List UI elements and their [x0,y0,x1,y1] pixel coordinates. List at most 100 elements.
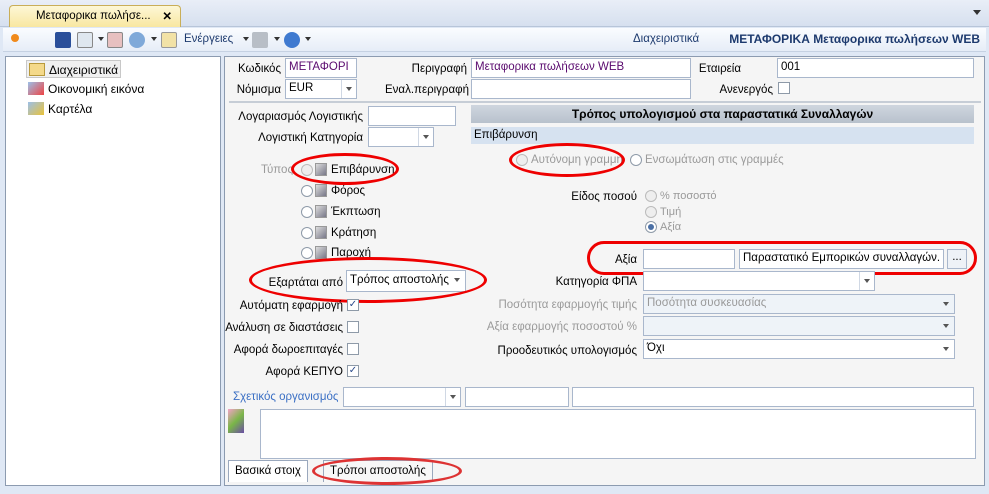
amount-kind-price-radio[interactable] [645,206,657,218]
progressive-calc-select[interactable]: Όχι [643,339,955,359]
type-option-label: Φόρος [331,185,366,197]
currency-select[interactable]: EUR [285,79,357,99]
type-radio-discount[interactable] [301,206,313,218]
withholding-icon [315,226,327,239]
sidebar: Διαχειριστικά Οικονομική εικόνα Καρτέλα [5,56,221,486]
type-radio-tax[interactable] [301,185,313,197]
new-icon[interactable] [77,32,93,48]
alt-description-input[interactable] [471,79,691,99]
print-icon[interactable] [252,32,268,48]
inactive-checkbox[interactable] [778,82,790,94]
gift-vouchers-label: Αφορά δωροεπιταγές [233,344,343,356]
type-radio-withholding[interactable] [301,227,313,239]
chevron-down-icon[interactable] [445,388,460,406]
search-icon[interactable] [129,32,145,48]
dimensions-checkbox[interactable] [347,321,359,333]
progressive-calc-label: Προοδευτικός υπολογισμός [497,345,637,357]
chevron-down-icon[interactable] [859,272,874,290]
tab-basic-info[interactable]: Βασικά στοιχ [228,460,308,482]
company-input[interactable]: 001 [777,58,974,78]
document-tab[interactable]: Μεταφορικα πωλήσε... ✕ [9,5,181,27]
close-icon[interactable]: ✕ [162,9,172,23]
auto-apply-checkbox[interactable]: ✓ [347,299,359,311]
accounting-category-label: Λογιστική Κατηγορία [258,132,363,144]
sidebar-item-card[interactable]: Καρτέλα [26,100,94,118]
auto-apply-label: Αυτόματη εφαρμογή [239,300,343,312]
highlight-annotation [587,241,977,275]
document-tab-bar: Μεταφορικα πωλήσε... ✕ [0,0,989,27]
gift-vouchers-checkbox[interactable] [347,343,359,355]
amount-kind-option: Τιμή [660,206,682,218]
type-option-label: Έκπτωση [331,206,381,218]
chart-icon [28,82,44,95]
code-input[interactable]: ΜΕΤΑΦΟΡΙ [285,58,357,78]
document-tab-title: Μεταφορικα πωλήσε... [36,10,151,22]
chevron-down-icon[interactable] [939,317,954,335]
progressive-calc-value: Όχι [647,342,665,354]
tab-list-dropdown-icon[interactable] [973,10,981,15]
description-label: Περιγραφή [411,63,467,75]
chevron-down-icon[interactable] [98,37,104,41]
sidebar-item-label: Καρτέλα [48,102,93,116]
sidebar-item-label: Οικονομική εικόνα [48,82,145,96]
ledger-icon [28,102,44,115]
pin-icon[interactable] [11,34,19,42]
price-quantity-value: Ποσότητα συσκευασίας [647,297,767,309]
chevron-down-icon[interactable] [305,37,311,41]
highlight-annotation [509,143,625,177]
highlight-annotation [291,153,399,185]
type-option-label: Κράτηση [331,227,377,239]
account-input[interactable] [368,106,456,126]
actions-menu[interactable]: Ενέργειες [184,33,233,45]
pencil-icon[interactable] [228,409,244,433]
chevron-down-icon[interactable] [341,80,356,98]
tax-icon [315,184,327,197]
chevron-down-icon[interactable] [418,128,433,146]
delete-icon[interactable] [107,32,123,48]
amount-kind-option: Αξία [660,221,682,233]
currency-value: EUR [289,82,314,94]
amount-kind-percent-radio[interactable] [645,190,657,202]
divider [229,101,981,103]
help-icon[interactable] [284,32,300,48]
folder-icon [29,63,45,76]
organization-code-input[interactable] [465,387,569,407]
embed-lines-radio[interactable] [630,154,642,166]
chevron-down-icon[interactable] [939,340,954,358]
price-quantity-select[interactable]: Ποσότητα συσκευασίας [643,294,955,314]
vat-category-select[interactable] [643,271,875,291]
type-label: Τύπος [260,164,293,176]
sidebar-item-admin[interactable]: Διαχειριστικά [26,60,122,78]
calc-method-subheader: Επιβάρυνση [471,127,974,144]
chevron-down-icon[interactable] [274,37,280,41]
vat-category-label: Κατηγορία ΦΠΑ [555,276,637,288]
toolbar: Ενέργειες Διαχειριστικά ΜΕΤΑΦΟΡΙΚΑ Μεταφ… [3,28,986,52]
price-quantity-label: Ποσότητα εφαρμογής τιμής [498,299,637,311]
description-input[interactable]: Μεταφορικα πωλήσεων WEB [471,58,691,78]
organization-name-input[interactable] [572,387,974,407]
accounting-category-select[interactable] [368,127,434,147]
amount-kind-label: Είδος ποσού [571,191,637,203]
inactive-label: Ανενεργός [719,84,773,96]
main-form: Κωδικός ΜΕΤΑΦΟΡΙ Περιγραφή Μεταφορικα πω… [224,56,985,486]
dimensions-label: Ανάλυση σε διαστάσεις [225,322,343,334]
notes-icon[interactable] [161,32,177,48]
calc-method-header: Τρόπος υπολογισμού στα παραστατικά Συναλ… [471,105,974,123]
chevron-down-icon[interactable] [243,37,249,41]
sidebar-item-financial[interactable]: Οικονομική εικόνα [26,80,146,98]
notes-textarea[interactable] [260,409,976,459]
related-organization-link[interactable]: Σχετικός οργανισμός [233,391,338,403]
discount-icon [315,205,327,218]
company-label: Εταιρεία [698,63,741,75]
kepyo-label: Αφορά ΚΕΠΥΟ [265,366,343,378]
code-label: Κωδικός [237,63,281,75]
chevron-down-icon[interactable] [151,37,157,41]
chevron-down-icon[interactable] [939,295,954,313]
type-radio-benefit[interactable] [301,247,313,259]
amount-kind-value-radio[interactable] [645,221,657,233]
save-icon[interactable] [55,32,71,48]
kepyo-checkbox[interactable]: ✓ [347,365,359,377]
percent-value-select[interactable] [643,316,955,336]
currency-label: Νόμισμα [236,84,281,96]
organization-select[interactable] [343,387,461,407]
